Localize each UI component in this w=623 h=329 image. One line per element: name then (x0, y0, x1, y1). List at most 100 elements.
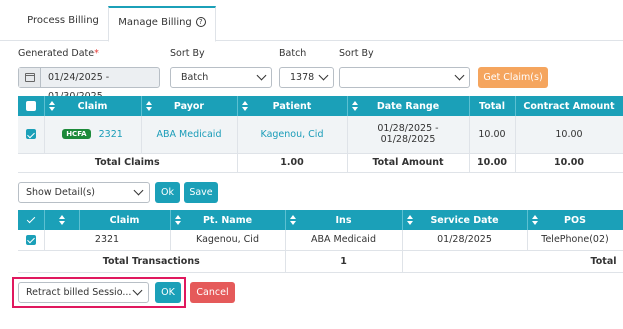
date-range-field[interactable]: 01/24/2025 - 01/30/2025 (18, 67, 160, 102)
transaction-checkbox-cell[interactable] (18, 230, 45, 251)
select-all-checkbox-cell[interactable] (18, 96, 45, 116)
tx-claim-header-label: Claim (109, 214, 140, 226)
sort-icon[interactable] (58, 215, 65, 225)
chevron-down-icon (454, 70, 465, 81)
tab-process-billing[interactable]: Process Billing (18, 6, 108, 41)
ins-column-header[interactable]: Ins (285, 210, 403, 230)
service-date-header-label: Service Date (430, 214, 499, 226)
total-column-header[interactable]: Total (469, 96, 516, 116)
contract-total-value: 10.00 (515, 153, 623, 173)
tab-manage-billing[interactable]: Manage Billing? (108, 6, 216, 42)
service-date-cell: 01/28/2025 (402, 230, 528, 251)
claim-cell: HCFA 2321 (44, 116, 142, 154)
total-amount-label: Total Amount (347, 153, 470, 173)
chevron-down-icon (133, 185, 144, 196)
total-header-label: Total (479, 100, 505, 112)
sort-by-select[interactable]: Batch (170, 67, 272, 88)
sort-column-header[interactable] (44, 210, 80, 230)
sort-by-select-value: Batch (181, 72, 209, 83)
patient-cell: Kagenou, Cid (237, 116, 348, 154)
tx-claim-column-header[interactable]: Claim (79, 210, 171, 230)
payor-header-label: Payor (173, 100, 205, 112)
claims-table: Claim Payor Patient Date Range Total Con… (18, 96, 623, 173)
action-select-value: Retract billed Sessio... (26, 287, 132, 298)
total-transactions-value: 1 (285, 250, 403, 273)
date-range-column-header[interactable]: Date Range (347, 96, 470, 116)
pos-header-label: POS (564, 214, 586, 226)
cancel-button[interactable]: Cancel (190, 282, 235, 303)
patient-link[interactable]: Kagenou, Cid (261, 129, 324, 140)
generated-date-label: Generated Date* (18, 48, 99, 59)
transactions-header-row: Claim Pt. Name Ins Service Date POS (18, 210, 623, 230)
help-icon[interactable]: ? (195, 17, 206, 27)
total-cell: 10.00 (469, 116, 516, 154)
total-label: Total (402, 250, 623, 273)
patient-column-header[interactable]: Patient (237, 96, 348, 116)
sort-icon[interactable] (406, 215, 413, 225)
action-ok-button[interactable]: OK (155, 282, 181, 303)
total-amount-value: 10.00 (469, 153, 516, 173)
calendar-icon (25, 73, 35, 82)
pt-name-header-label: Pt. Name (202, 214, 253, 226)
pt-name-column-header[interactable]: Pt. Name (170, 210, 286, 230)
claim-row[interactable]: HCFA 2321 ABA Medicaid Kagenou, Cid 01/28… (18, 116, 623, 154)
chevron-down-icon (318, 70, 329, 81)
sort-by-label-2: Sort By (339, 48, 374, 59)
service-date-column-header[interactable]: Service Date (402, 210, 528, 230)
claim-row-checkbox-cell[interactable] (18, 116, 45, 154)
contract-amount-column-header[interactable]: Contract Amount (515, 96, 623, 116)
sort-icon[interactable] (241, 101, 248, 111)
select-all-transactions-cell[interactable] (18, 210, 45, 230)
payor-column-header[interactable]: Payor (141, 96, 238, 116)
generated-date-label-text: Generated Date (18, 48, 95, 59)
claim-column-header[interactable]: Claim (44, 96, 142, 116)
sort-icon[interactable] (531, 215, 538, 225)
sort-icon[interactable] (174, 215, 181, 225)
action-select[interactable]: Retract billed Sessio... (18, 282, 149, 303)
pt-name-cell: Kagenou, Cid (170, 230, 286, 251)
date-range-line-2: 01/28/2025 (380, 134, 436, 146)
get-claims-button[interactable]: Get Claim(s) (478, 67, 548, 88)
date-range-cell: 01/28/2025 -01/28/2025 (347, 116, 470, 154)
chevron-down-icon (132, 285, 143, 296)
date-range-header-label: Date Range (376, 100, 440, 112)
checkmark-icon[interactable] (26, 215, 36, 225)
claim-link[interactable]: 2321 (99, 129, 123, 140)
payor-cell: ABA Medicaid (141, 116, 238, 154)
transaction-checkbox[interactable] (25, 234, 36, 245)
details-ok-button[interactable]: Ok (155, 182, 180, 203)
total-claims-value: 1.00 (237, 153, 348, 173)
batch-label: Batch (279, 48, 307, 59)
contract-amount-cell: 10.00 (515, 116, 623, 154)
sort-icon[interactable] (289, 215, 296, 225)
sort-icon[interactable] (48, 101, 55, 111)
chevron-down-icon (256, 70, 267, 81)
transactions-table: Claim Pt. Name Ins Service Date POS 2321… (18, 210, 623, 273)
tab-bar: Process Billing Manage Billing? (0, 0, 623, 42)
save-button[interactable]: Save (184, 182, 218, 203)
transaction-row[interactable]: 2321 Kagenou, Cid ABA Medicaid 01/28/202… (18, 230, 623, 251)
sort-icon[interactable] (351, 101, 358, 111)
pos-column-header[interactable]: POS (527, 210, 623, 230)
calendar-button[interactable] (19, 68, 41, 87)
claim-header-label: Claim (77, 100, 108, 112)
pos-cell: TelePhone(02) (527, 230, 623, 251)
batch-select-value: 1378 (290, 72, 315, 83)
transactions-footer-row: Total Transactions 1 Total (18, 250, 623, 273)
total-transactions-label: Total Transactions (18, 250, 286, 273)
payor-link[interactable]: ABA Medicaid (157, 129, 222, 140)
claims-footer-row: Total Claims 1.00 Total Amount 10.00 10.… (18, 153, 623, 173)
sort-by-label: Sort By (170, 48, 205, 59)
tab-manage-billing-label: Manage Billing (118, 17, 192, 28)
show-details-select[interactable]: Show Detail(s) (18, 182, 150, 203)
claims-header-row: Claim Payor Patient Date Range Total Con… (18, 96, 623, 116)
claim-row-checkbox[interactable] (25, 129, 36, 140)
tx-claim-cell: 2321 (44, 230, 171, 251)
sort-by-select-2[interactable] (339, 67, 470, 88)
show-details-value: Show Detail(s) (26, 187, 96, 198)
patient-header-label: Patient (272, 100, 312, 112)
select-all-checkbox[interactable] (25, 101, 36, 111)
sort-icon[interactable] (145, 101, 152, 111)
required-mark: * (94, 48, 99, 59)
batch-select[interactable]: 1378 (279, 67, 334, 88)
